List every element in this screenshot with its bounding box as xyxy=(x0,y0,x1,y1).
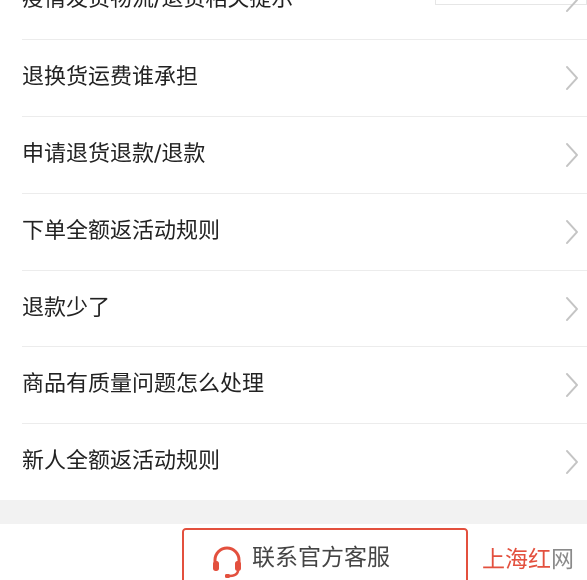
faq-item-label: 退款少了 xyxy=(22,296,111,321)
faq-item-request-refund[interactable]: 申请退货退款/退款 xyxy=(0,117,587,193)
watermark-gray-text: 网 xyxy=(551,547,574,573)
chevron-right-icon xyxy=(566,297,578,321)
watermark-accent-text: 上海红 xyxy=(482,547,551,573)
faq-list: 疫情发货物流/退货相关提示 退换货运费谁承担 申请退货退款/退款 下单全额返活动… xyxy=(0,0,587,500)
chevron-right-icon xyxy=(566,220,578,244)
chevron-right-icon xyxy=(566,0,578,12)
chevron-right-icon xyxy=(566,66,578,90)
faq-item-label: 商品有质量问题怎么处理 xyxy=(22,372,265,397)
faq-item-label: 下单全额返活动规则 xyxy=(22,219,221,244)
chevron-right-icon xyxy=(566,373,578,397)
chevron-right-icon xyxy=(566,450,578,474)
faq-item-label: 申请退货退款/退款 xyxy=(22,142,206,167)
faq-item-label: 疫情发货物流/退货相关提示 xyxy=(22,0,293,13)
contact-official-service-button[interactable]: 联系官方客服 xyxy=(182,528,468,580)
bottom-bar: 联系官方客服 上海红网 xyxy=(0,524,587,580)
faq-item-shipping-cost[interactable]: 退换货运费谁承担 xyxy=(0,40,587,116)
faq-item-newcomer-cashback-rules[interactable]: 新人全额返活动规则 xyxy=(0,424,587,500)
headset-icon xyxy=(213,546,241,578)
faq-item-label: 新人全额返活动规则 xyxy=(22,449,221,474)
faq-item-order-cashback-rules[interactable]: 下单全额返活动规则 xyxy=(0,194,587,270)
section-separator-band xyxy=(0,500,587,524)
faq-item-epidemic-shipping[interactable]: 疫情发货物流/退货相关提示 xyxy=(0,0,587,38)
faq-item-refund-short[interactable]: 退款少了 xyxy=(0,271,587,347)
faq-item-quality-issue[interactable]: 商品有质量问题怎么处理 xyxy=(0,347,587,423)
faq-item-label: 退换货运费谁承担 xyxy=(22,65,199,90)
watermark: 上海红网 xyxy=(482,546,574,574)
chevron-right-icon xyxy=(566,143,578,167)
contact-button-label: 联系官方客服 xyxy=(252,545,390,571)
